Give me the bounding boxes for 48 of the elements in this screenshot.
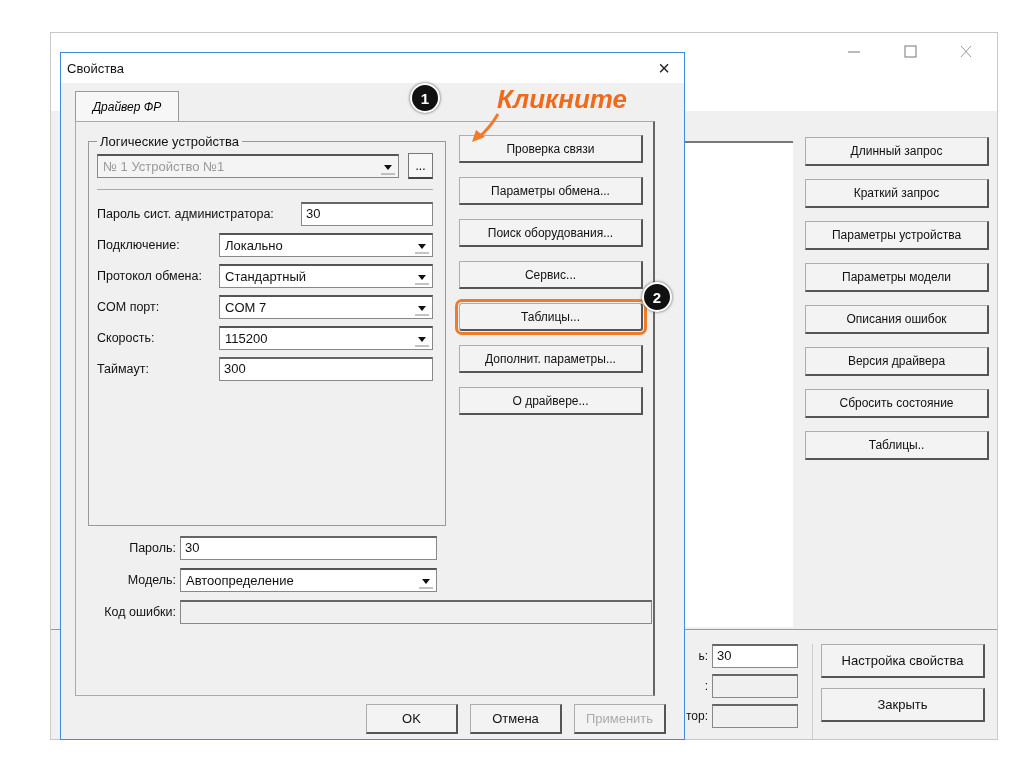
field-label: Протокол обмена:	[97, 269, 203, 283]
input-field[interactable]	[712, 674, 798, 698]
action-button[interactable]: Сбросить состояние	[805, 389, 989, 418]
callout-text: Кликните	[497, 84, 628, 115]
input-field[interactable]: 30	[301, 202, 433, 226]
field-label: Пароль:	[128, 541, 177, 555]
action-button[interactable]: Закрыть	[821, 688, 985, 722]
dialog-button[interactable]: Отмена	[470, 704, 562, 734]
input-field[interactable]	[180, 600, 652, 624]
close-button[interactable]: ×	[654, 56, 674, 80]
dropdown[interactable]: Стандартный	[219, 264, 433, 288]
action-button[interactable]: Версия драйвера	[805, 347, 989, 376]
dropdown[interactable]: COM 7	[219, 295, 433, 319]
input-field[interactable]	[712, 704, 798, 728]
action-button[interactable]: Таблицы..	[805, 431, 989, 460]
action-button[interactable]: Параметры модели	[805, 263, 989, 292]
input-field[interactable]: 300	[219, 357, 433, 381]
field-label: тор:	[684, 709, 708, 723]
dropdown[interactable]: Локально	[219, 233, 433, 257]
input-field[interactable]: 30	[180, 536, 437, 560]
dropdown[interactable]: Автоопределение	[180, 568, 437, 592]
action-button[interactable]: Краткий запрос	[805, 179, 989, 208]
action-button[interactable]: Проверка связи	[459, 135, 643, 163]
field-label: Подключение:	[97, 238, 181, 252]
field-label: Скорость:	[97, 331, 156, 345]
field-label: COM порт:	[97, 300, 161, 314]
action-button[interactable]: О драйвере...	[459, 387, 643, 415]
action-button[interactable]: Поиск оборудования...	[459, 219, 643, 247]
action-button[interactable]: Описания ошибок	[805, 305, 989, 334]
action-button[interactable]: Длинный запрос	[805, 137, 989, 166]
action-button[interactable]: Параметры обмена...	[459, 177, 643, 205]
field-label: ь:	[697, 649, 708, 663]
action-button[interactable]: Сервис...	[459, 261, 643, 289]
action-button[interactable]: Дополнит. параметры...	[459, 345, 643, 373]
dialog-title: Свойства	[67, 60, 125, 76]
field-label: :	[703, 679, 708, 693]
field-label: Таймаут:	[97, 362, 150, 376]
action-button[interactable]: Настройка свойства	[821, 644, 985, 678]
field-label: Пароль сист. администратора:	[97, 207, 275, 221]
dialog-button[interactable]: OK	[366, 704, 458, 734]
tab[interactable]: Драйвер ФР	[75, 91, 179, 121]
dropdown[interactable]: 115200	[219, 326, 433, 350]
input-field[interactable]: 30	[712, 644, 798, 668]
group-title: Логические устройства	[99, 134, 241, 149]
field-label: Модель:	[126, 573, 177, 587]
action-button[interactable]: Параметры устройства	[805, 221, 989, 250]
field-label: Код ошибки:	[103, 605, 177, 619]
browse-button[interactable]: ...	[408, 153, 433, 179]
